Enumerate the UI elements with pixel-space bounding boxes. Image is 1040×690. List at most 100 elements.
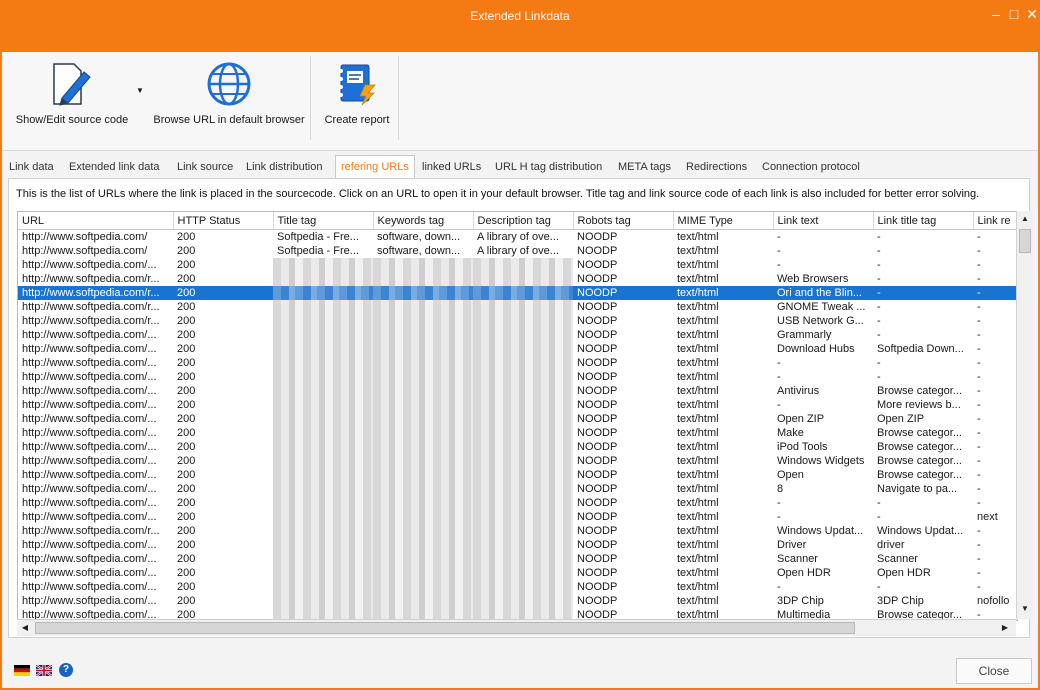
table-row[interactable]: http://www.softpedia.com/... 200 NOODP text… bbox=[18, 356, 1017, 370]
tab-link-distribution[interactable]: Link distribution bbox=[241, 158, 327, 178]
table-row[interactable]: http://www.softpedia.com/... 200 NOODP text… bbox=[18, 538, 1017, 552]
table-row[interactable]: http://www.softpedia.com/r... 200 NOODP tex… bbox=[18, 524, 1017, 538]
column-header-description-tag[interactable]: Description tag bbox=[473, 212, 574, 230]
table-row[interactable]: http://www.softpedia.com/... 200 NOODP text… bbox=[18, 552, 1017, 566]
tab-extended-link-data[interactable]: Extended link data bbox=[64, 158, 165, 178]
url-cell[interactable]: http://www.softpedia.com/... bbox=[18, 440, 173, 454]
url-cell[interactable]: http://www.softpedia.com/... bbox=[18, 398, 173, 412]
table-row[interactable]: http://www.softpedia.com/... 200 NOODP text… bbox=[18, 398, 1017, 412]
vertical-scrollbar[interactable]: ▲ ▼ bbox=[1016, 211, 1033, 619]
table-row[interactable]: http://www.softpedia.com/... 200 NOODP text… bbox=[18, 384, 1017, 398]
tab-link-data[interactable]: Link data bbox=[4, 158, 59, 178]
vertical-scroll-thumb[interactable] bbox=[1019, 229, 1031, 253]
url-cell[interactable]: http://www.softpedia.com/... bbox=[18, 356, 173, 370]
table-row[interactable]: http://www.softpedia.com/r... 200 NOODP tex… bbox=[18, 286, 1017, 300]
create-report-button[interactable]: Create report bbox=[318, 58, 396, 138]
column-header-title-tag[interactable]: Title tag bbox=[273, 212, 374, 230]
table-row[interactable]: http://www.softpedia.com/... 200 NOODP text… bbox=[18, 412, 1017, 426]
close-button[interactable]: Close bbox=[956, 658, 1032, 684]
url-cell[interactable]: http://www.softpedia.com/r... bbox=[18, 272, 173, 286]
tab-refering-urls[interactable]: refering URLs bbox=[335, 155, 415, 179]
table-row[interactable]: http://www.softpedia.com/r... 200 NOODP tex… bbox=[18, 314, 1017, 328]
table-row[interactable]: http://www.softpedia.com/... 200 NOODP text… bbox=[18, 328, 1017, 342]
url-cell[interactable]: http://www.softpedia.com/... bbox=[18, 594, 173, 608]
edit-document-icon bbox=[53, 63, 91, 106]
horizontal-scroll-thumb[interactable] bbox=[35, 622, 855, 634]
table-row[interactable]: http://www.softpedia.com/... 200 NOODP text… bbox=[18, 510, 1017, 524]
table-row[interactable]: http://www.softpedia.com/... 200 NOODP text… bbox=[18, 566, 1017, 580]
close-window-button[interactable]: ✕ bbox=[1021, 4, 1040, 24]
url-cell[interactable]: http://www.softpedia.com/r... bbox=[18, 286, 173, 300]
scroll-right-arrow-icon[interactable]: ▶ bbox=[997, 620, 1013, 636]
url-cell[interactable]: http://www.softpedia.com/... bbox=[18, 426, 173, 440]
url-cell[interactable]: http://www.softpedia.com/r... bbox=[18, 300, 173, 314]
url-cell[interactable]: http://www.softpedia.com/... bbox=[18, 496, 173, 510]
table-row[interactable]: http://www.softpedia.com/... 200 NOODP text… bbox=[18, 580, 1017, 594]
column-header-http-status[interactable]: HTTP Status bbox=[173, 212, 274, 230]
url-cell[interactable]: http://www.softpedia.com/... bbox=[18, 482, 173, 496]
tab-connection-protocol[interactable]: Connection protocol bbox=[757, 158, 865, 178]
link-rel-cell: - bbox=[977, 245, 981, 257]
url-cell[interactable]: http://www.softpedia.com/... bbox=[18, 566, 173, 580]
column-header-robots-tag[interactable]: Robots tag bbox=[573, 212, 674, 230]
title-tag-cell bbox=[273, 510, 373, 524]
url-cell[interactable]: http://www.softpedia.com/... bbox=[18, 342, 173, 356]
tab-url-h-tag-distribution[interactable]: URL H tag distribution bbox=[490, 158, 607, 178]
uk-flag-icon[interactable] bbox=[36, 665, 52, 676]
horizontal-scrollbar[interactable]: ◀ ▶ bbox=[17, 619, 1016, 636]
http-status-cell: 200 bbox=[177, 511, 196, 523]
url-cell[interactable]: http://www.softpedia.com/r... bbox=[18, 314, 173, 328]
table-row[interactable]: http://www.softpedia.com/... 200 NOODP text… bbox=[18, 370, 1017, 384]
german-flag-icon[interactable] bbox=[14, 665, 30, 676]
column-header-mime-type[interactable]: MIME Type bbox=[673, 212, 774, 230]
column-header-link-title-tag[interactable]: Link title tag bbox=[873, 212, 974, 230]
table-row[interactable]: http://www.softpedia.com/... 200 NOODP text… bbox=[18, 496, 1017, 510]
column-header-link-text[interactable]: Link text bbox=[773, 212, 874, 230]
tab-linked-urls[interactable]: linked URLs bbox=[417, 158, 486, 178]
tab-redirections[interactable]: Redirections bbox=[681, 158, 752, 178]
url-cell[interactable]: http://www.softpedia.com/ bbox=[18, 244, 173, 258]
url-cell[interactable]: http://www.softpedia.com/... bbox=[18, 258, 173, 272]
help-icon[interactable]: ? bbox=[59, 663, 73, 677]
url-cell[interactable]: http://www.softpedia.com/... bbox=[18, 384, 173, 398]
table-row[interactable]: http://www.softpedia.com/200 Softpedia - … bbox=[18, 244, 1017, 258]
table-row[interactable]: http://www.softpedia.com/r... 200 NOODP tex… bbox=[18, 300, 1017, 314]
table-row[interactable]: http://www.softpedia.com/... 200 NOODP text… bbox=[18, 440, 1017, 454]
tab-meta-tags[interactable]: META tags bbox=[613, 158, 676, 178]
keywords-tag-cell bbox=[373, 524, 473, 538]
url-cell[interactable]: http://www.softpedia.com/... bbox=[18, 580, 173, 594]
column-header-url[interactable]: URL bbox=[18, 212, 174, 230]
column-header-keywords-tag[interactable]: Keywords tag bbox=[373, 212, 474, 230]
table-row[interactable]: http://www.softpedia.com/200 Softpedia - … bbox=[18, 230, 1017, 245]
table-row[interactable]: http://www.softpedia.com/... 200 NOODP text… bbox=[18, 594, 1017, 608]
http-status-cell: 200 bbox=[177, 525, 196, 537]
url-cell[interactable]: http://www.softpedia.com/... bbox=[18, 468, 173, 482]
table-row[interactable]: http://www.softpedia.com/... 200 NOODP text… bbox=[18, 342, 1017, 356]
table-row[interactable]: http://www.softpedia.com/r... 200 NOODP tex… bbox=[18, 272, 1017, 286]
browse-url-button[interactable]: Browse URL in default browser bbox=[150, 58, 308, 138]
url-cell[interactable]: http://www.softpedia.com/... bbox=[18, 370, 173, 384]
url-cell[interactable]: http://www.softpedia.com/... bbox=[18, 552, 173, 566]
scroll-up-arrow-icon[interactable]: ▲ bbox=[1017, 211, 1033, 227]
url-cell[interactable]: http://www.softpedia.com/... bbox=[18, 328, 173, 342]
scroll-left-arrow-icon[interactable]: ◀ bbox=[17, 620, 33, 636]
url-cell[interactable]: http://www.softpedia.com/r... bbox=[18, 524, 173, 538]
table-row[interactable]: http://www.softpedia.com/... 200 NOODP text… bbox=[18, 468, 1017, 482]
dropdown-arrow-icon[interactable]: ▼ bbox=[136, 86, 144, 95]
title-tag-cell bbox=[273, 594, 373, 608]
scroll-down-arrow-icon[interactable]: ▼ bbox=[1017, 601, 1033, 617]
mime-type-cell: text/html bbox=[677, 385, 719, 397]
url-cell[interactable]: http://www.softpedia.com/... bbox=[18, 510, 173, 524]
url-cell[interactable]: http://www.softpedia.com/... bbox=[18, 412, 173, 426]
table-row[interactable]: http://www.softpedia.com/... 200 NOODP text… bbox=[18, 482, 1017, 496]
tab-link-source[interactable]: Link source bbox=[172, 158, 238, 178]
table-row[interactable]: http://www.softpedia.com/... 200 NOODP text… bbox=[18, 454, 1017, 468]
mime-type-cell: text/html bbox=[677, 525, 719, 537]
url-cell[interactable]: http://www.softpedia.com/... bbox=[18, 454, 173, 468]
table-row[interactable]: http://www.softpedia.com/... 200 NOODP text… bbox=[18, 426, 1017, 440]
table-row[interactable]: http://www.softpedia.com/... 200 NOODP text… bbox=[18, 258, 1017, 272]
column-header-link-rel[interactable]: Link re bbox=[973, 212, 1017, 230]
url-cell[interactable]: http://www.softpedia.com/... bbox=[18, 538, 173, 552]
show-edit-source-button[interactable]: ▼ Show/Edit source code bbox=[10, 58, 144, 138]
url-cell[interactable]: http://www.softpedia.com/ bbox=[18, 230, 173, 245]
